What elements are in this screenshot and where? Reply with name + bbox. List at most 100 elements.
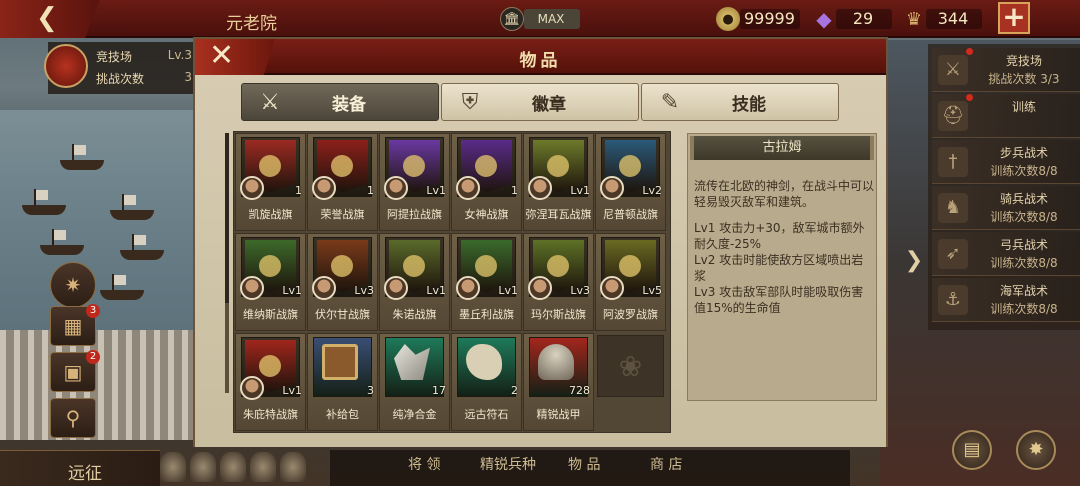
item-cell[interactable]: 1 女神战旗 bbox=[451, 133, 522, 231]
legion-button[interactable]: ✷ bbox=[50, 262, 96, 308]
bottom-menu-elite-units[interactable]: 精锐兵种 bbox=[480, 454, 536, 474]
gold-counter: ● 99999 bbox=[716, 6, 800, 32]
item-name: 墨丘利战旗 bbox=[459, 308, 514, 321]
back-arrow-icon: ❮ bbox=[36, 3, 58, 33]
scrollbar[interactable] bbox=[225, 133, 229, 393]
item-cell[interactable]: Lv1 阿提拉战旗 bbox=[379, 133, 450, 231]
detail-level-2: Lv2 攻击时能使敌方区域喷出岩浆 bbox=[694, 253, 864, 283]
right-menu-item[interactable]: † 步兵战术 训练次数8/8 bbox=[932, 140, 1080, 184]
challenges-label: 挑战次数 bbox=[96, 72, 145, 86]
right-menu-item[interactable]: ♞ 骑兵战术 训练次数8/8 bbox=[932, 186, 1080, 230]
detail-level-1: Lv1 攻击力+30，敌军城市额外耐久度-25% bbox=[694, 221, 865, 251]
right-menu-item[interactable]: ⚔ 竞技场 挑战次数 3/3 bbox=[932, 48, 1080, 92]
right-menu-title: 弓兵战术 bbox=[999, 238, 1048, 252]
arena-info-panel[interactable]: 竞技场 Lv.3 挑战次数 3 bbox=[44, 42, 196, 94]
bottom-menu-items[interactable]: 物 品 bbox=[568, 454, 600, 474]
right-menu-item[interactable]: ⛑ 训练 bbox=[932, 94, 1080, 138]
tab-equipment[interactable]: ⚔ 装备 bbox=[241, 83, 439, 121]
item-cell[interactable]: Lv1 朱庇特战旗 bbox=[235, 333, 306, 431]
hero-portrait bbox=[384, 276, 408, 300]
item-level: Lv1 bbox=[426, 184, 446, 197]
item-cell[interactable]: 3 补给包 bbox=[307, 333, 378, 431]
laurel-icon: ❀ bbox=[618, 349, 643, 383]
hero-portrait bbox=[600, 176, 624, 200]
item-level: Lv1 bbox=[570, 184, 590, 197]
expand-arrow-icon[interactable]: ❯ bbox=[902, 246, 926, 276]
item-cell[interactable]: Lv3 玛尔斯战旗 bbox=[523, 233, 594, 331]
right-menu-item[interactable]: ⚓ 海军战术 训练次数8/8 bbox=[932, 278, 1080, 322]
hero-portrait bbox=[384, 176, 408, 200]
right-menu-title: 训练 bbox=[1011, 100, 1036, 114]
hero-portrait bbox=[312, 276, 336, 300]
book-button[interactable]: ▤ bbox=[952, 430, 992, 470]
item-name: 远古符石 bbox=[464, 408, 509, 421]
item-level: 728 bbox=[569, 384, 590, 397]
item-cell[interactable]: Lv2 尼普顿战旗 bbox=[595, 133, 666, 231]
ship bbox=[40, 229, 84, 255]
arena-level: Lv.3 bbox=[167, 48, 192, 62]
ship bbox=[100, 274, 144, 300]
trophy-button[interactable]: ⚲ bbox=[50, 398, 96, 438]
trophy-icon: ⚲ bbox=[65, 406, 81, 430]
gem-value: 29 bbox=[836, 9, 892, 29]
item-cell[interactable]: 17 纯净合金 bbox=[379, 333, 450, 431]
page-title: 元老院 bbox=[226, 14, 277, 34]
items-dialog: 物品 ✕ ⚔ 装备 ⛨ 徽章 ✎ 技能 1 凯旋战旗 1 荣誉战旗 Lv1 阿提拉战旗 1 女… bbox=[193, 37, 888, 447]
tab-label: 徽章 bbox=[532, 94, 566, 115]
scroll-icon: ✎ bbox=[660, 89, 680, 115]
item-cell[interactable]: Lv1 弥涅耳瓦战旗 bbox=[523, 133, 594, 231]
item-cell[interactable]: Lv5 阿波罗战旗 bbox=[595, 233, 666, 331]
scrollbar-thumb[interactable] bbox=[225, 133, 229, 303]
item-level: 1 bbox=[511, 184, 518, 197]
add-resource-button[interactable]: + bbox=[998, 2, 1030, 34]
dialog-title: 物品 bbox=[519, 51, 562, 71]
bottom-menu-generals[interactable]: 将 领 bbox=[408, 454, 440, 474]
helmet-icon bbox=[280, 452, 306, 482]
hero-portrait bbox=[240, 276, 264, 300]
tab-badges[interactable]: ⛨ 徽章 bbox=[441, 83, 639, 121]
item-cell[interactable]: Lv1 维纳斯战旗 bbox=[235, 233, 306, 331]
hero-portrait bbox=[240, 176, 264, 200]
item-name: 尼普顿战旗 bbox=[603, 208, 658, 221]
compass-button[interactable]: ✸ bbox=[1016, 430, 1056, 470]
item-level: Lv2 bbox=[642, 184, 662, 197]
item-name: 荣誉战旗 bbox=[320, 208, 365, 221]
empty-item-slot[interactable]: ❀ bbox=[597, 335, 664, 397]
item-cell[interactable]: Lv1 朱诺战旗 bbox=[379, 233, 450, 331]
chest-icon: ▣ bbox=[63, 360, 83, 384]
item-cell[interactable]: 1 荣誉战旗 bbox=[307, 133, 378, 231]
right-menu-subtitle: 训练次数8/8 bbox=[990, 210, 1058, 224]
helmet-icon bbox=[190, 452, 216, 482]
item-level: Lv1 bbox=[282, 284, 302, 297]
compass-icon: ✸ bbox=[1028, 439, 1044, 460]
item-name: 阿提拉战旗 bbox=[387, 208, 442, 221]
book-icon: ▤ bbox=[963, 439, 981, 460]
item-cell[interactable]: 1 凯旋战旗 bbox=[235, 133, 306, 231]
helmet-icon bbox=[250, 452, 276, 482]
tab-skills[interactable]: ✎ 技能 bbox=[641, 83, 839, 121]
game-screen: { "topbar": { "title": "元老院", "senate_le… bbox=[0, 0, 1080, 486]
right-menu-item[interactable]: ➶ 弓兵战术 训练次数8/8 bbox=[932, 232, 1080, 276]
expedition-button[interactable]: 远征 bbox=[0, 450, 160, 486]
ship bbox=[120, 234, 164, 260]
shield-badge-icon: ⛨ bbox=[461, 89, 479, 115]
ship bbox=[110, 194, 154, 220]
harbor-sea bbox=[0, 110, 200, 350]
back-button[interactable]: ❮ bbox=[0, 0, 100, 38]
hero-portrait bbox=[456, 176, 480, 200]
item-cell[interactable]: Lv3 伏尔甘战旗 bbox=[307, 233, 378, 331]
bottom-menu-shop[interactable]: 商 店 bbox=[650, 454, 682, 474]
close-icon: ✕ bbox=[209, 38, 235, 73]
right-menu-title: 竞技场 bbox=[1005, 54, 1042, 68]
item-cell[interactable]: 728 精锐战甲 bbox=[523, 333, 594, 431]
bottom-menu: 将 领 精锐兵种 物 品 商 店 bbox=[330, 450, 850, 486]
item-cell[interactable]: Lv1 墨丘利战旗 bbox=[451, 233, 522, 331]
close-button[interactable]: ✕ bbox=[195, 39, 275, 75]
helmet-icon: ⛑ bbox=[938, 101, 968, 131]
item-cell[interactable]: 2 远古符石 bbox=[451, 333, 522, 431]
detail-level-3: Lv3 攻击敌军部队时能吸取伤害值15%的生命值 bbox=[694, 285, 864, 315]
right-menu-subtitle: 训练次数8/8 bbox=[990, 164, 1058, 178]
gem-counter: ◆ 29 bbox=[812, 6, 892, 32]
hero-portrait bbox=[528, 176, 552, 200]
helmet-icon bbox=[220, 452, 246, 482]
